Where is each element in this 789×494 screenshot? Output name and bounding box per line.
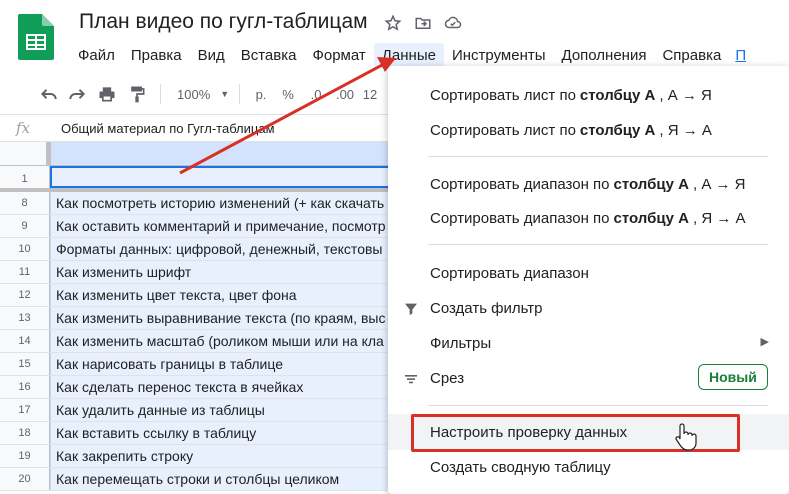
- more-formats-button[interactable]: 12: [360, 80, 380, 108]
- row-number[interactable]: 9: [0, 215, 50, 237]
- slice-item[interactable]: Срез Новый: [388, 364, 789, 392]
- menu-item-label: Сортировать диапазон по: [430, 209, 610, 227]
- undo-icon[interactable]: [36, 80, 62, 108]
- filters-item[interactable]: Фильтры ▶: [388, 329, 789, 357]
- menu-item-label: Сортировать лист по: [430, 121, 576, 139]
- menu-item-label: Создать сводную таблицу: [430, 458, 611, 476]
- fx-icon: fx: [15, 119, 30, 137]
- menu-divider: [428, 405, 768, 406]
- select-all-corner[interactable]: [0, 142, 50, 165]
- menu-item-bold: столбцу А: [579, 86, 656, 104]
- decrease-decimal-button[interactable]: .0: [302, 80, 330, 108]
- menu-item-suffix: , Я → А: [692, 209, 746, 227]
- row-number[interactable]: 11: [0, 261, 50, 283]
- currency-format-button[interactable]: р.: [248, 80, 274, 108]
- star-icon[interactable]: [384, 14, 402, 32]
- move-folder-icon[interactable]: [414, 14, 432, 32]
- row-number[interactable]: 8: [0, 192, 50, 214]
- menu-tools[interactable]: Инструменты: [444, 43, 554, 68]
- menu-insert[interactable]: Вставка: [233, 43, 305, 68]
- menu-divider: [428, 244, 768, 245]
- row-number[interactable]: 13: [0, 307, 50, 329]
- menu-help[interactable]: Справка: [654, 43, 729, 68]
- menu-data[interactable]: Данные: [373, 42, 444, 68]
- menu-bar: Файл Правка Вид Вставка Формат Данные Ин…: [70, 42, 746, 68]
- sort-sheet-az-item[interactable]: Сортировать лист по столбцу А , А → Я: [388, 81, 789, 109]
- document-title[interactable]: План видео по гугл-таблицам: [79, 10, 368, 34]
- sort-range-za-item[interactable]: Сортировать диапазон по столбцу А , Я → …: [388, 204, 789, 232]
- new-badge: Новый: [698, 364, 768, 390]
- menu-item-suffix: , А → Я: [659, 86, 712, 104]
- cloud-status-icon[interactable]: [444, 14, 462, 32]
- redo-icon[interactable]: [62, 80, 92, 108]
- row-number[interactable]: 14: [0, 330, 50, 352]
- row-number[interactable]: 10: [0, 238, 50, 260]
- sort-range-item[interactable]: Сортировать диапазон: [388, 259, 789, 287]
- menu-format[interactable]: Формат: [304, 43, 373, 68]
- menu-item-label: Сортировать диапазон: [430, 264, 589, 282]
- menu-file[interactable]: Файл: [70, 43, 123, 68]
- menu-item-label: Создать фильтр: [430, 299, 543, 317]
- last-edit-link[interactable]: П: [729, 43, 746, 68]
- menu-item-bold: столбцу А: [579, 121, 656, 139]
- menu-view[interactable]: Вид: [190, 43, 233, 68]
- toolbar-divider: [239, 84, 240, 104]
- menu-item-label: Сортировать лист по: [430, 86, 576, 104]
- create-filter-item[interactable]: Создать фильтр: [388, 294, 789, 322]
- zoom-select[interactable]: 100% ▼: [169, 80, 231, 108]
- percent-format-button[interactable]: %: [274, 80, 302, 108]
- sort-sheet-za-item[interactable]: Сортировать лист по столбцу А , Я → А: [388, 116, 789, 144]
- menu-item-label: Сортировать диапазон по: [430, 175, 610, 193]
- toolbar-divider: [160, 84, 161, 104]
- menu-item-suffix: , Я → А: [659, 121, 712, 139]
- menu-edit[interactable]: Правка: [123, 43, 190, 68]
- zoom-value: 100%: [177, 86, 211, 102]
- print-icon[interactable]: [92, 80, 122, 108]
- menu-item-label: Срез: [430, 369, 465, 387]
- row-number[interactable]: 1: [0, 166, 50, 188]
- menu-item-bold: столбцу А: [613, 209, 689, 227]
- row-number[interactable]: 15: [0, 353, 50, 375]
- menu-divider: [428, 156, 768, 157]
- row-number[interactable]: 20: [0, 468, 50, 490]
- submenu-arrow-icon: ▶: [760, 336, 769, 348]
- row-number[interactable]: 19: [0, 445, 50, 467]
- menu-addons[interactable]: Дополнения: [554, 43, 655, 68]
- formula-input[interactable]: Общий материал по Гугл-таблицам: [46, 121, 275, 136]
- pivot-table-item[interactable]: Создать сводную таблицу: [388, 453, 789, 481]
- sheets-logo-icon[interactable]: [18, 14, 54, 60]
- slicer-icon: [402, 370, 420, 388]
- chevron-down-icon: ▼: [220, 89, 230, 99]
- row-number[interactable]: 17: [0, 399, 50, 421]
- row-number[interactable]: 18: [0, 422, 50, 444]
- menu-item-label: Фильтры: [430, 334, 492, 352]
- row-number[interactable]: 16: [0, 376, 50, 398]
- filter-icon: [402, 300, 420, 318]
- menu-item-suffix: , А → Я: [692, 175, 746, 193]
- increase-decimal-button[interactable]: .00: [330, 80, 360, 108]
- menu-item-bold: столбцу А: [613, 175, 689, 193]
- paint-format-icon[interactable]: [122, 80, 152, 108]
- annotation-highlight-box: [411, 414, 740, 452]
- sort-range-az-item[interactable]: Сортировать диапазон по столбцу А , А → …: [388, 170, 789, 198]
- row-number[interactable]: 12: [0, 284, 50, 306]
